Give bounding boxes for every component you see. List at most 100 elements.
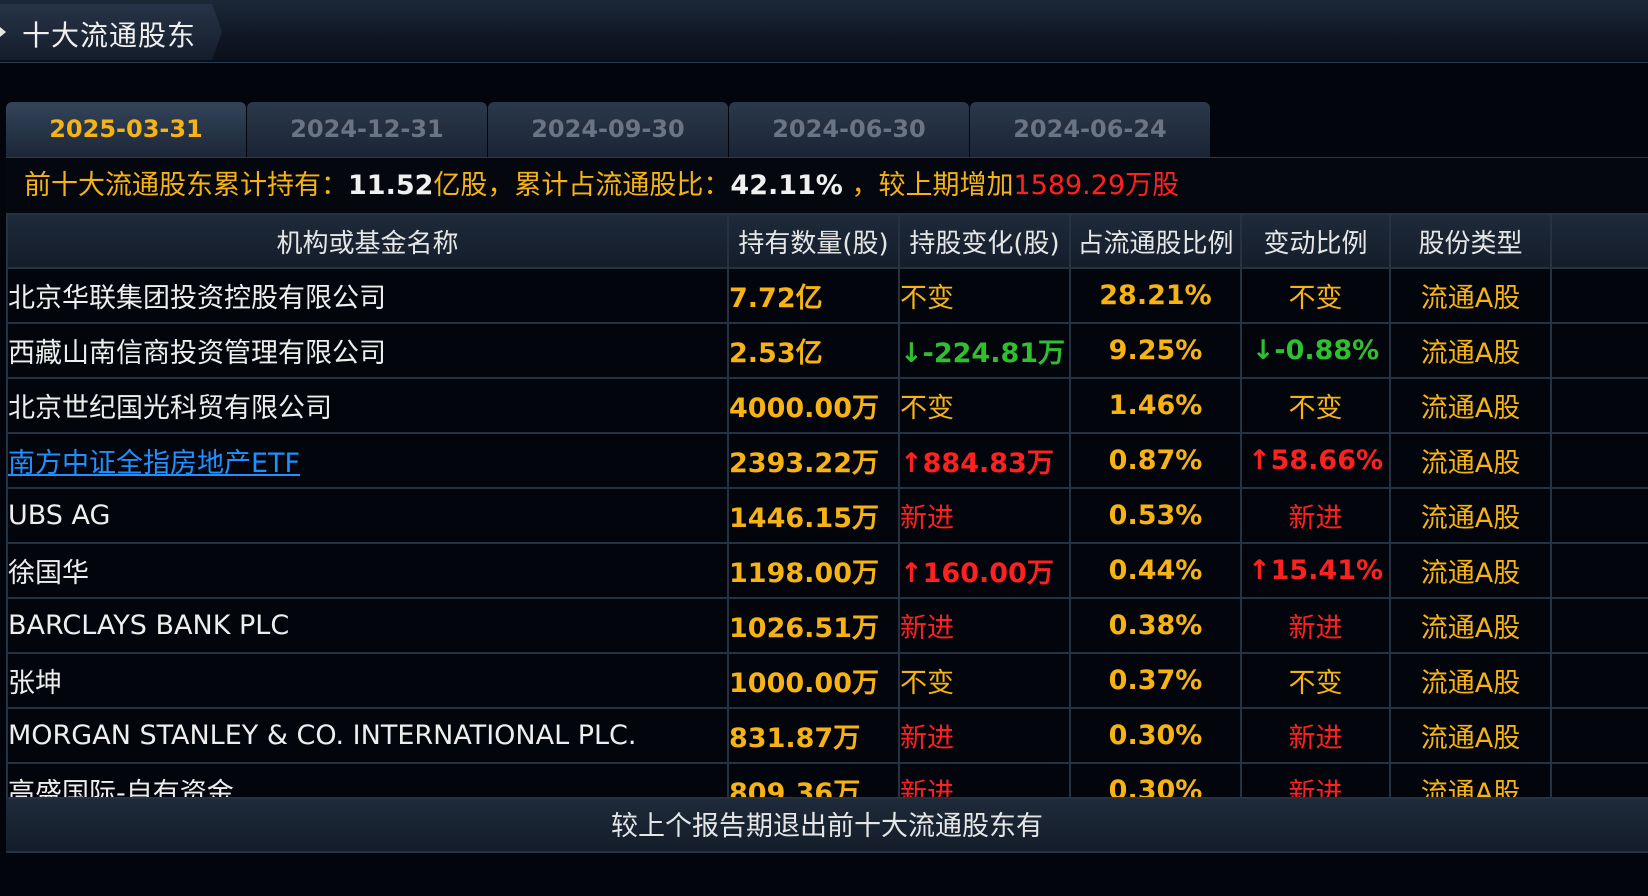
change-ratio: ↓-0.88% xyxy=(1240,322,1391,379)
panel-title: 十大流通股东 xyxy=(22,19,197,52)
float-ratio: 0.37% xyxy=(1069,652,1242,709)
share-type: 流通A股 xyxy=(1389,597,1552,654)
table-row[interactable]: 北京华联集团投资控股有限公司 7.72亿 不变 28.21% 不变 流通A股 xyxy=(6,267,1648,324)
holding-change: ↓-224.81万 xyxy=(898,322,1071,379)
extra-cell xyxy=(1550,707,1648,764)
holding-change-value: 新进 xyxy=(900,613,954,644)
share-type: 流通A股 xyxy=(1389,487,1552,544)
holding-change: 不变 xyxy=(898,267,1071,324)
extra-cell xyxy=(1550,487,1648,544)
change-ratio: ↑15.41% xyxy=(1240,542,1391,599)
holding-change-value: 新进 xyxy=(900,503,954,534)
holding-quantity: 4000.00万 xyxy=(727,377,900,434)
tab-2024-12-31[interactable]: 2024-12-31 xyxy=(247,102,487,157)
share-type: 流通A股 xyxy=(1389,707,1552,764)
change-ratio: 新进 xyxy=(1240,707,1391,764)
col-header-change: 持股变化(股) xyxy=(898,213,1071,269)
share-type: 流通A股 xyxy=(1389,432,1552,489)
holding-change-value: -224.81万 xyxy=(922,338,1066,369)
share-type: 流通A股 xyxy=(1389,542,1552,599)
float-ratio: 0.53% xyxy=(1069,487,1242,544)
holder-name: BARCLAYS BANK PLC xyxy=(6,597,729,654)
tab-2024-09-30[interactable]: 2024-09-30 xyxy=(488,102,728,157)
table-header-row: 机构或基金名称 持有数量(股) 持股变化(股) 占流通股比例 变动比例 股份类型 xyxy=(6,213,1648,269)
arrow-up-icon: ↑ xyxy=(900,448,923,479)
table-row[interactable]: 徐国华 1198.00万 ↑160.00万 0.44% ↑15.41% 流通A股 xyxy=(6,542,1648,599)
col-header-extra xyxy=(1550,213,1648,269)
holding-change-value: 不变 xyxy=(900,283,954,314)
holder-name: 北京华联集团投资控股有限公司 xyxy=(6,267,729,324)
change-ratio-value: 不变 xyxy=(1288,393,1343,424)
extra-cell xyxy=(1550,542,1648,599)
change-ratio-value: 58.66% xyxy=(1270,445,1384,476)
caret-right-icon xyxy=(0,27,6,37)
table-row[interactable]: UBS AG 1446.15万 新进 0.53% 新进 流通A股 xyxy=(6,487,1648,544)
holding-quantity: 7.72亿 xyxy=(727,267,900,324)
change-ratio-value: 不变 xyxy=(1288,668,1343,699)
float-ratio: 1.46% xyxy=(1069,377,1242,434)
holding-quantity: 1198.00万 xyxy=(727,542,900,599)
float-ratio: 0.38% xyxy=(1069,597,1242,654)
share-type: 流通A股 xyxy=(1389,377,1552,434)
change-ratio: 不变 xyxy=(1240,267,1391,324)
summary-label-increase: ，较上期增加 xyxy=(842,170,1014,201)
extra-cell xyxy=(1550,322,1648,379)
table-row[interactable]: 南方中证全指房地产ETF 2393.22万 ↑884.83万 0.87% ↑58.66%… xyxy=(6,432,1648,489)
holding-quantity: 1446.15万 xyxy=(727,487,900,544)
table-row[interactable]: 张坤 1000.00万 不变 0.37% 不变 流通A股 xyxy=(6,652,1648,709)
extra-cell xyxy=(1550,652,1648,709)
change-ratio-value: -0.88% xyxy=(1274,335,1380,366)
change-ratio: 新进 xyxy=(1240,487,1391,544)
arrow-up-icon: ↑ xyxy=(1247,445,1271,476)
tab-2024-06-24[interactable]: 2024-06-24 xyxy=(970,102,1210,157)
change-ratio-value: 15.41% xyxy=(1270,555,1384,586)
holding-change: 不变 xyxy=(898,652,1071,709)
holding-change: 新进 xyxy=(898,707,1071,764)
holding-change: ↑884.83万 xyxy=(898,432,1071,489)
summary-bar: 前十大流通股东累计持有：11.52亿股，累计占流通股比：42.11% ，较上期增… xyxy=(6,157,1648,213)
table-row[interactable]: BARCLAYS BANK PLC 1026.51万 新进 0.38% 新进 流通A股 xyxy=(6,597,1648,654)
holder-name: 徐国华 xyxy=(6,542,729,599)
holding-change: 新进 xyxy=(898,487,1071,544)
arrow-up-icon: ↑ xyxy=(900,558,923,589)
tab-2024-06-30[interactable]: 2024-06-30 xyxy=(729,102,969,157)
holding-quantity: 1000.00万 xyxy=(727,652,900,709)
table-row[interactable]: 西藏山南信商投资管理有限公司 2.53亿 ↓-224.81万 9.25% ↓-0.88%… xyxy=(6,322,1648,379)
change-ratio-value: 不变 xyxy=(1288,283,1343,314)
col-header-change-ratio: 变动比例 xyxy=(1240,213,1391,269)
table-row[interactable]: MORGAN STANLEY & CO. INTERNATIONAL PLC. 8… xyxy=(6,707,1648,764)
float-ratio: 0.44% xyxy=(1069,542,1242,599)
float-ratio: 0.30% xyxy=(1069,707,1242,764)
float-ratio: 28.21% xyxy=(1069,267,1242,324)
holding-change-value: 不变 xyxy=(900,668,954,699)
change-ratio: 不变 xyxy=(1240,377,1391,434)
shareholders-table: 机构或基金名称 持有数量(股) 持股变化(股) 占流通股比例 变动比例 股份类型… xyxy=(6,213,1648,819)
summary-ratio: 42.11% xyxy=(730,170,843,201)
change-ratio-value: 新进 xyxy=(1288,723,1343,754)
holding-change: 新进 xyxy=(898,597,1071,654)
holder-name: 西藏山南信商投资管理有限公司 xyxy=(6,322,729,379)
holding-change-value: 884.83万 xyxy=(922,448,1054,479)
holding-change-value: 新进 xyxy=(900,723,954,754)
summary-increase: 1589.29万股 xyxy=(1013,170,1180,201)
holding-quantity: 2393.22万 xyxy=(727,432,900,489)
holding-quantity: 1026.51万 xyxy=(727,597,900,654)
change-ratio: ↑58.66% xyxy=(1240,432,1391,489)
float-ratio: 9.25% xyxy=(1069,322,1242,379)
share-type: 流通A股 xyxy=(1389,322,1552,379)
share-type: 流通A股 xyxy=(1389,267,1552,324)
holder-name-link[interactable]: 南方中证全指房地产ETF xyxy=(6,432,729,489)
arrow-down-icon: ↓ xyxy=(900,338,923,369)
change-ratio-value: 新进 xyxy=(1288,613,1343,644)
change-ratio: 新进 xyxy=(1240,597,1391,654)
share-type: 流通A股 xyxy=(1389,652,1552,709)
exited-holders-bar[interactable]: 较上个报告期退出前十大流通股东有 xyxy=(6,797,1648,853)
extra-cell xyxy=(1550,377,1648,434)
col-header-name: 机构或基金名称 xyxy=(6,213,729,269)
tab-2025-03-31[interactable]: 2025-03-31 xyxy=(6,102,246,157)
table-row[interactable]: 北京世纪国光科贸有限公司 4000.00万 不变 1.46% 不变 流通A股 xyxy=(6,377,1648,434)
col-header-share-type: 股份类型 xyxy=(1389,213,1552,269)
holding-quantity: 2.53亿 xyxy=(727,322,900,379)
summary-total-shares: 11.52 xyxy=(348,170,434,201)
holder-name: MORGAN STANLEY & CO. INTERNATIONAL PLC. xyxy=(6,707,729,764)
